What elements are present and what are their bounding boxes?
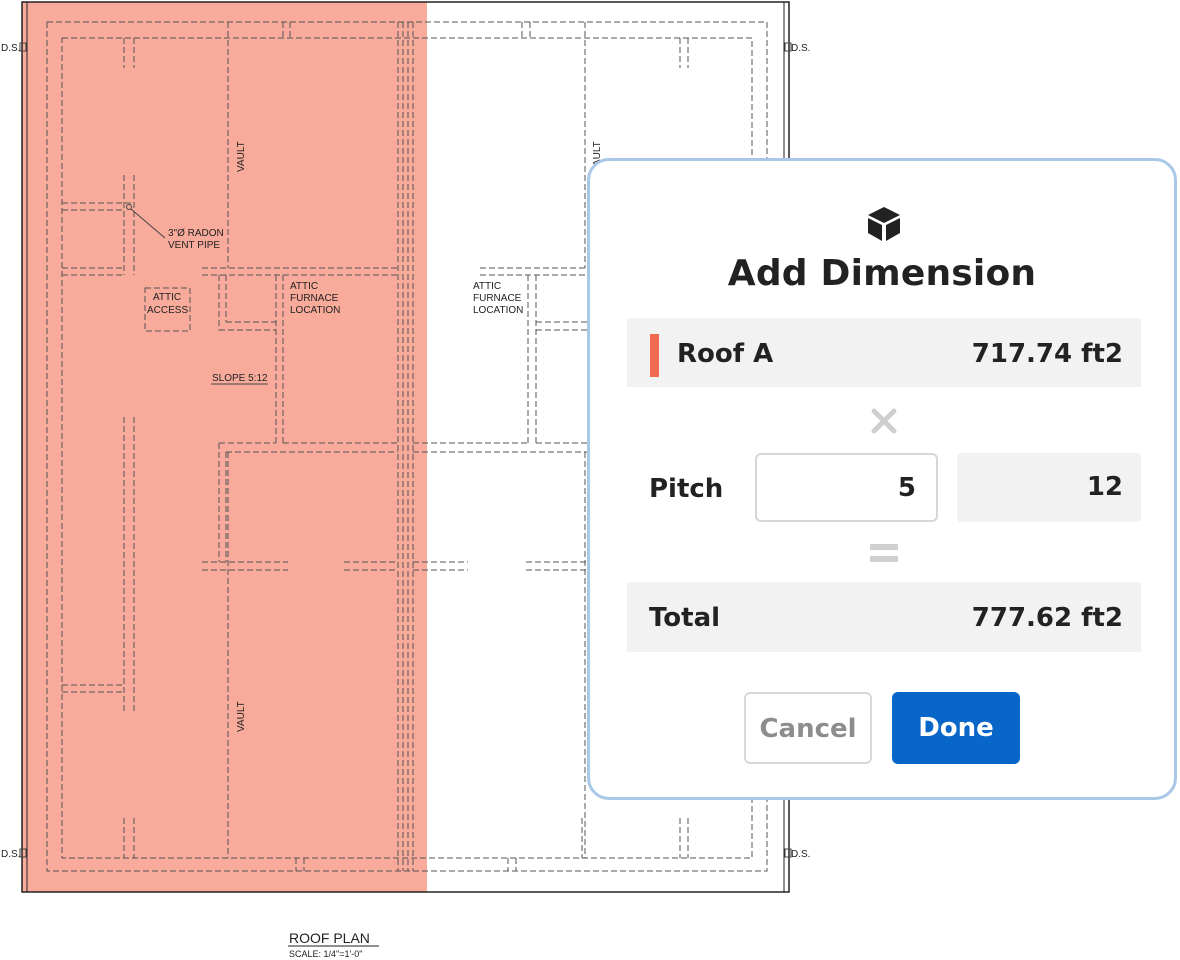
plan-title: ROOF PLAN xyxy=(289,930,370,946)
cube-icon xyxy=(868,207,900,241)
roof-color-swatch xyxy=(650,334,659,377)
ds-label-bottom-right: D.S. xyxy=(791,849,810,860)
pitch-rise-input[interactable] xyxy=(755,453,938,522)
add-dimension-dialog: Add Dimension Roof A 717.74 ft2 Pitch 12… xyxy=(587,158,1177,800)
roof-row: Roof A 717.74 ft2 xyxy=(627,318,1141,387)
ds-label-bottom-left: D.S. xyxy=(1,849,20,860)
total-value: 777.62 ft2 xyxy=(971,603,1123,633)
done-button[interactable]: Done xyxy=(892,692,1020,764)
plan-scale: SCALE: 1/4"=1'-0" xyxy=(289,949,362,959)
vault-label-lower-left: VAULT xyxy=(236,701,247,732)
pitch-run-field[interactable]: 12 xyxy=(957,453,1141,522)
total-row: Total 777.62 ft2 xyxy=(627,582,1141,652)
radon-label-line1: 3"Ø RADON xyxy=(168,228,224,239)
attic-furnace-left-line1: ATTIC xyxy=(290,281,318,292)
attic-access-label-line1: ATTIC xyxy=(153,292,181,303)
roof-area: 717.74 ft2 xyxy=(971,339,1123,369)
dialog-title: Add Dimension xyxy=(727,253,1037,294)
equals-icon xyxy=(870,544,898,562)
attic-furnace-right-line1: ATTIC xyxy=(473,281,501,292)
attic-furnace-left-line2: FURNACE xyxy=(290,293,339,304)
roof-a-highlight[interactable] xyxy=(22,2,427,892)
total-label: Total xyxy=(649,603,721,633)
pitch-label: Pitch xyxy=(649,474,724,504)
radon-label-line2: VENT PIPE xyxy=(168,240,220,251)
times-icon xyxy=(871,408,897,434)
cancel-button[interactable]: Cancel xyxy=(744,692,872,764)
ds-label-top-right: D.S. xyxy=(791,43,810,54)
attic-access-label-line2: ACCESS xyxy=(147,305,188,316)
roof-name: Roof A xyxy=(677,339,774,369)
vault-label-upper-left: VAULT xyxy=(236,141,247,172)
ds-label-top-left: D.S. xyxy=(1,43,20,54)
attic-furnace-right-line2: FURNACE xyxy=(473,293,522,304)
slope-label: SLOPE 5:12 xyxy=(212,373,268,384)
attic-furnace-right-line3: LOCATION xyxy=(473,305,523,316)
attic-furnace-left-line3: LOCATION xyxy=(290,305,340,316)
